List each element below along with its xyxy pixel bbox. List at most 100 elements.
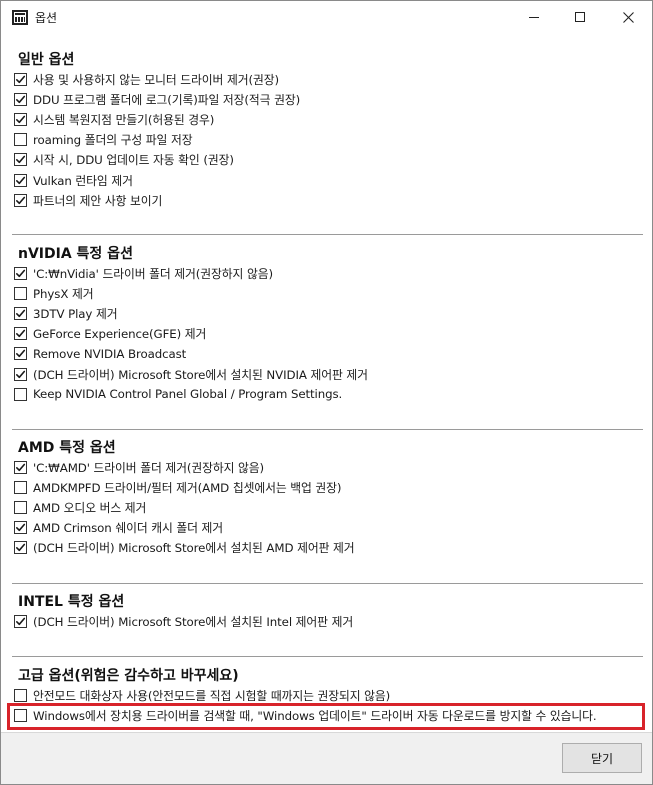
checkbox[interactable]: [14, 306, 27, 320]
checkmark-icon: [15, 543, 26, 552]
checkbox[interactable]: [14, 112, 27, 126]
checkmark-icon: [15, 617, 26, 625]
checkbox[interactable]: [14, 72, 27, 86]
checkbox[interactable]: [14, 92, 27, 106]
option-label: PhysX 제거: [33, 286, 94, 301]
option-amd-2[interactable]: AMD 오디오 버스 제거: [14, 497, 146, 517]
checkmark-icon: [15, 196, 26, 204]
title-bar[interactable]: 옵션: [1, 1, 652, 34]
section-divider: [12, 583, 643, 584]
checkmark-icon: [15, 269, 26, 277]
checkbox[interactable]: [14, 153, 27, 167]
checkbox[interactable]: [14, 173, 27, 187]
minimize-icon: [529, 16, 539, 18]
minimize-button[interactable]: [511, 1, 557, 33]
option-label: 'C:₩nVidia' 드라이버 폴더 제거(권장하지 않음): [33, 266, 273, 281]
checkmark-icon: [15, 523, 26, 532]
option-nvidia-6[interactable]: Keep NVIDIA Control Panel Global / Progr…: [14, 384, 342, 404]
option-label: 3DTV Play 제거: [33, 306, 118, 321]
checkbox[interactable]: [14, 347, 27, 361]
option-amd-3[interactable]: AMD Crimson 쉐이더 캐시 폴더 제거: [14, 518, 223, 538]
checkmark-icon: [15, 463, 26, 471]
section-title-amd: AMD 특정 옵션: [18, 440, 116, 456]
checkbox[interactable]: [14, 480, 27, 494]
option-label: DDU 프로그램 폴더에 로그(기록)파일 저장(적극 권장): [33, 92, 301, 107]
option-label: 'C:₩AMD' 드라이버 폴더 제거(권장하지 않음): [33, 460, 265, 475]
option-label: roaming 폴더의 구성 파일 저장: [33, 133, 193, 148]
highlight-box: [7, 703, 645, 730]
option-label: 시스템 복원지점 만들기(허용된 경우): [33, 112, 215, 127]
option-label: 시작 시, DDU 업데이트 자동 확인 (권장): [33, 153, 234, 168]
option-amd-4[interactable]: (DCH 드라이버) Microsoft Store에서 설치된 AMD 제어판…: [14, 538, 355, 558]
checkbox[interactable]: [14, 133, 27, 147]
close-window-button[interactable]: [605, 1, 651, 33]
checkmark-icon: [15, 155, 26, 164]
window-title: 옵션: [35, 11, 58, 25]
option-label: AMD 오디오 버스 제거: [33, 500, 147, 515]
footer-bar: [1, 733, 652, 784]
section-divider: [12, 234, 643, 235]
section-title-intel: INTEL 특정 옵션: [18, 594, 125, 610]
checkbox[interactable]: [14, 286, 27, 300]
checkbox[interactable]: [14, 614, 27, 628]
maximize-button[interactable]: [557, 1, 603, 33]
checkbox[interactable]: [14, 387, 27, 401]
checkbox[interactable]: [14, 266, 27, 280]
section-title-advanced: 고급 옵션(위험은 감수하고 바꾸세요): [18, 668, 239, 684]
checkbox[interactable]: [14, 500, 27, 514]
checkbox[interactable]: [14, 521, 27, 535]
checkmark-icon: [15, 349, 26, 358]
app-icon: [12, 10, 28, 25]
option-general-5[interactable]: Vulkan 런타임 제거: [14, 170, 133, 190]
option-amd-1[interactable]: AMDKMPFD 드라이버/필터 제거(AMD 칩셋에서는 백업 권장): [14, 477, 342, 497]
option-label: (DCH 드라이버) Microsoft Store에서 설치된 NVIDIA …: [33, 367, 368, 382]
section-divider: [12, 656, 643, 657]
section-divider: [12, 429, 643, 430]
checkbox[interactable]: [14, 193, 27, 207]
option-label: 안전모드 대화상자 사용(안전모드를 직접 시험할 때까지는 권장되지 않음): [33, 688, 391, 703]
option-label: Vulkan 런타임 제거: [33, 173, 133, 188]
option-nvidia-2[interactable]: 3DTV Play 제거: [14, 303, 118, 323]
option-label: 사용 및 사용하지 않는 모니터 드라이버 제거(권장): [33, 72, 279, 87]
close-button[interactable]: 닫기: [562, 743, 642, 773]
option-nvidia-0[interactable]: 'C:₩nVidia' 드라이버 폴더 제거(권장하지 않음): [14, 263, 273, 283]
option-nvidia-1[interactable]: PhysX 제거: [14, 283, 94, 303]
option-nvidia-3[interactable]: GeForce Experience(GFE) 제거: [14, 324, 206, 344]
checkbox[interactable]: [14, 327, 27, 341]
checkbox[interactable]: [14, 367, 27, 381]
checkmark-icon: [15, 95, 26, 103]
option-general-6[interactable]: 파트너의 제안 사항 보이기: [14, 190, 162, 210]
maximize-icon: [575, 12, 585, 22]
checkmark-icon: [15, 75, 26, 83]
option-label: GeForce Experience(GFE) 제거: [33, 327, 207, 342]
option-label: 파트너의 제안 사항 보이기: [33, 193, 163, 208]
option-general-1[interactable]: DDU 프로그램 폴더에 로그(기록)파일 저장(적극 권장): [14, 89, 300, 109]
section-title-nvidia: nVIDIA 특정 옵션: [18, 246, 133, 262]
option-advanced-0[interactable]: 안전모드 대화상자 사용(안전모드를 직접 시험할 때까지는 권장되지 않음): [14, 685, 390, 705]
checkmark-icon: [15, 309, 26, 317]
option-nvidia-5[interactable]: (DCH 드라이버) Microsoft Store에서 설치된 NVIDIA …: [14, 364, 368, 384]
section-title-general: 일반 옵션: [18, 52, 75, 68]
option-label: AMDKMPFD 드라이버/필터 제거(AMD 칩셋에서는 백업 권장): [33, 480, 342, 495]
option-label: (DCH 드라이버) Microsoft Store에서 설치된 Intel 제…: [33, 614, 354, 629]
option-label: AMD Crimson 쉐이더 캐시 폴더 제거: [33, 521, 224, 536]
option-label: Keep NVIDIA Control Panel Global / Progr…: [33, 387, 343, 402]
options-window: 옵션 일반 옵션사용 및 사용하지 않는 모니터 드라이버 제거(권장) DDU …: [0, 0, 653, 785]
option-amd-0[interactable]: 'C:₩AMD' 드라이버 폴더 제거(권장하지 않음): [14, 457, 264, 477]
option-general-4[interactable]: 시작 시, DDU 업데이트 자동 확인 (권장): [14, 150, 234, 170]
option-label: Remove NVIDIA Broadcast: [33, 346, 187, 361]
option-label: (DCH 드라이버) Microsoft Store에서 설치된 AMD 제어판…: [33, 541, 355, 556]
option-nvidia-4[interactable]: Remove NVIDIA Broadcast: [14, 344, 186, 364]
option-general-3[interactable]: roaming 폴더의 구성 파일 저장: [14, 130, 193, 150]
checkbox[interactable]: [14, 688, 27, 702]
option-general-0[interactable]: 사용 및 사용하지 않는 모니터 드라이버 제거(권장): [14, 69, 279, 89]
checkmark-icon: [15, 370, 26, 378]
checkmark-icon: [15, 329, 26, 338]
close-icon: [622, 11, 634, 23]
option-intel-0[interactable]: (DCH 드라이버) Microsoft Store에서 설치된 Intel 제…: [14, 611, 353, 631]
checkbox[interactable]: [14, 460, 27, 474]
checkmark-icon: [15, 115, 26, 123]
option-general-2[interactable]: 시스템 복원지점 만들기(허용된 경우): [14, 109, 214, 129]
checkbox[interactable]: [14, 541, 27, 555]
checkmark-icon: [15, 176, 26, 184]
